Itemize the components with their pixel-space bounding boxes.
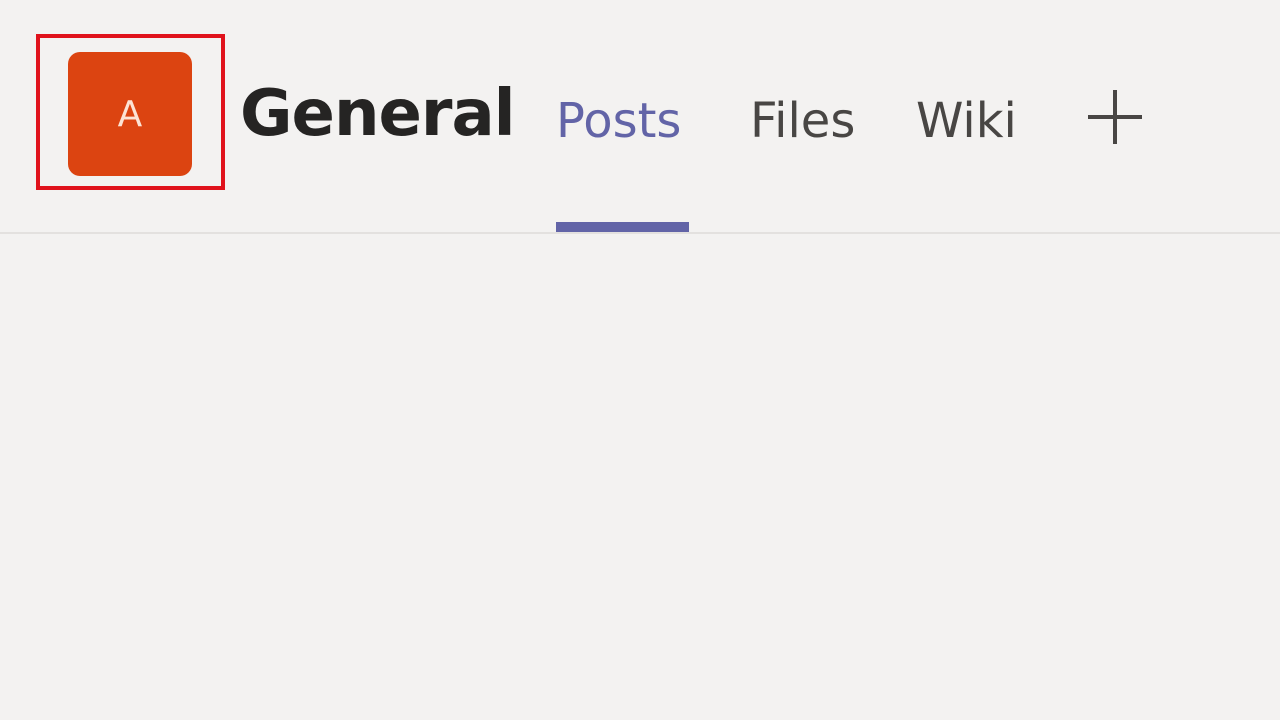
add-tab-button[interactable] xyxy=(1086,88,1144,146)
teams-channel-view: A General Posts Files Wiki xyxy=(0,0,1280,720)
channel-title: General xyxy=(240,77,516,151)
tab-wiki[interactable]: Wiki xyxy=(916,86,1017,156)
tab-posts[interactable]: Posts xyxy=(556,86,681,156)
tab-files[interactable]: Files xyxy=(750,86,855,156)
posts-content-area xyxy=(0,236,1280,720)
plus-icon xyxy=(1088,90,1142,144)
avatar-initial: A xyxy=(117,93,143,135)
active-tab-indicator xyxy=(556,222,689,232)
channel-header: A General Posts Files Wiki xyxy=(0,0,1280,234)
channel-avatar[interactable]: A xyxy=(68,52,192,176)
